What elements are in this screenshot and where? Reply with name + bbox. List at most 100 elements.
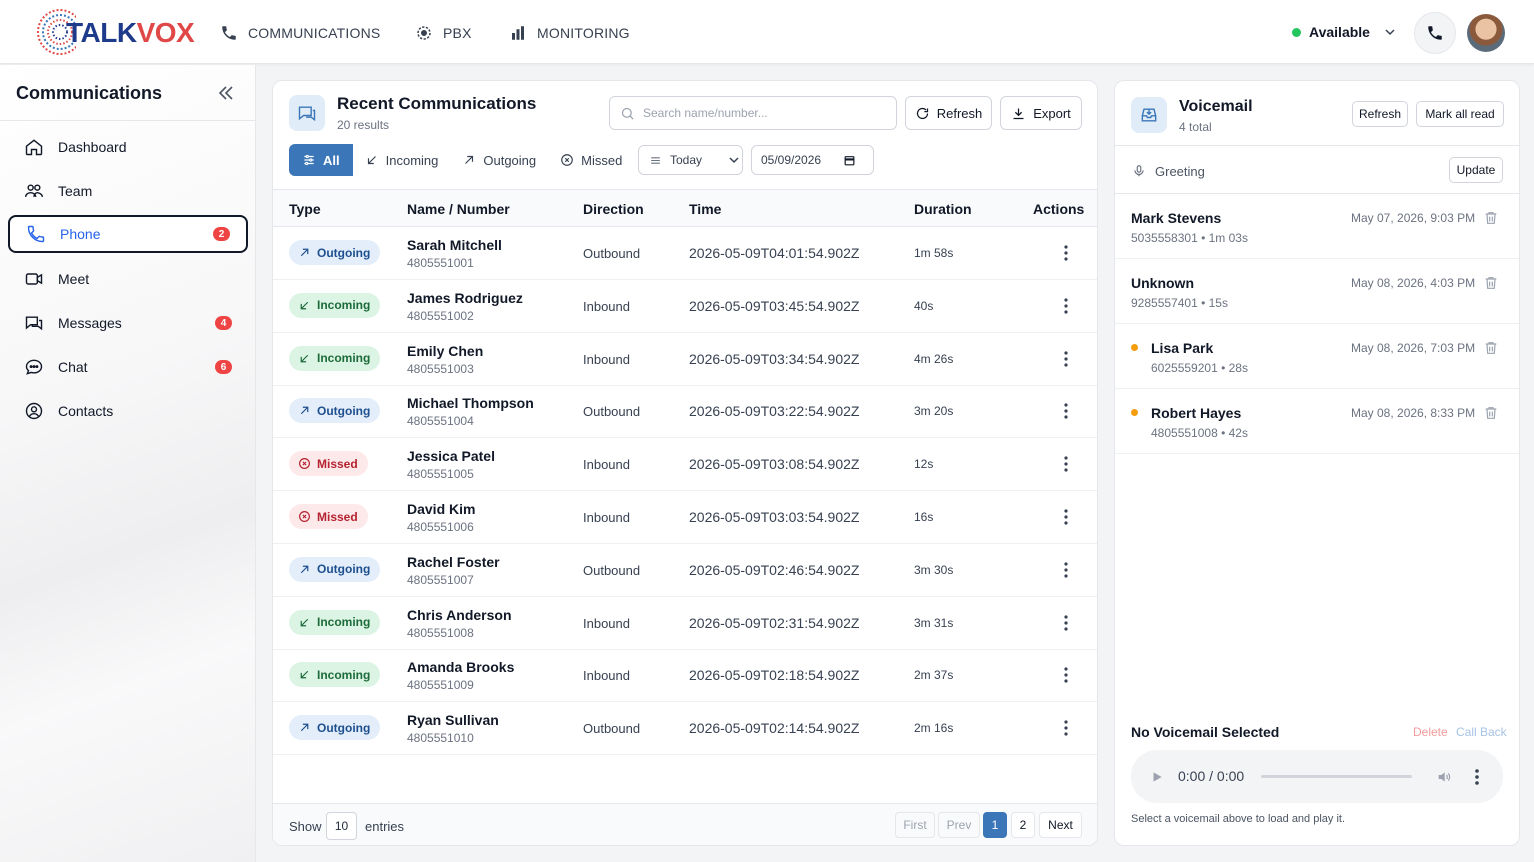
sidebar-item-messages[interactable]: Messages 4 <box>8 304 248 342</box>
sidebar-item-dashboard[interactable]: Dashboard <box>8 128 248 166</box>
trash-icon[interactable] <box>1483 405 1499 421</box>
voicemail-item[interactable]: Lisa Park 6025559201 • 28s May 08, 2026, 7… <box>1115 324 1519 389</box>
pagination-page-2[interactable]: 2 <box>1011 812 1035 838</box>
sidebar-item-contacts[interactable]: Contacts <box>8 392 248 430</box>
row-actions-icon[interactable] <box>1059 349 1073 369</box>
volume-icon[interactable] <box>1436 769 1452 785</box>
call-time: 2026-05-09T03:45:54.902Z <box>689 297 860 314</box>
user-avatar[interactable] <box>1467 14 1505 52</box>
row-actions-icon[interactable] <box>1059 401 1073 421</box>
table-row[interactable]: Missed David Kim 4805551006 Inbound 2026-05-… <box>273 491 1097 544</box>
row-actions-icon[interactable] <box>1059 296 1073 316</box>
voicemail-item[interactable]: Robert Hayes 4805551008 • 42s May 08, 2026… <box>1115 389 1519 454</box>
x-circle-icon <box>299 458 310 470</box>
contact-name: David Kim <box>407 501 476 517</box>
contact-name: Jessica Patel <box>407 448 495 465</box>
play-icon[interactable] <box>1150 770 1164 784</box>
nav-monitoring[interactable]: MONITORING <box>509 24 630 42</box>
table-row[interactable]: Missed Jessica Patel 4805551005 Inbound 2026… <box>273 438 1097 492</box>
sidebar-item-chat[interactable]: Chat 6 <box>8 348 248 386</box>
filter-incoming[interactable]: Incoming <box>353 144 451 176</box>
table-row[interactable]: Incoming Emily Chen 4805551003 Inbound 2026-… <box>273 333 1097 386</box>
call-time: 2026-05-09T02:18:54.902Z <box>689 667 860 684</box>
call-direction: Inbound <box>583 510 630 525</box>
row-actions-icon[interactable] <box>1059 454 1073 474</box>
sidebar-item-team[interactable]: Team <box>8 172 248 210</box>
voicemail-item[interactable]: Unknown 9285557401 • 15s May 08, 2026, 4:0… <box>1115 259 1519 324</box>
date-input[interactable]: 05/09/2026 <box>751 145 874 175</box>
pagination-next[interactable]: Next <box>1039 812 1082 838</box>
greeting-label: Greeting <box>1155 164 1205 179</box>
mark-all-read-button[interactable]: Mark all read <box>1416 101 1504 127</box>
pagination-first[interactable]: First <box>895 812 935 838</box>
contact-number: 4805551003 <box>407 361 474 376</box>
sidebar-title: Communications <box>16 83 163 103</box>
voicemail-item[interactable]: Mark Stevens 5035558301 • 1m 03s May 07, 2… <box>1115 194 1519 259</box>
table-row[interactable]: Outgoing Sarah Mitchell 4805551001 Outbound… <box>273 227 1097 280</box>
unread-indicator <box>1131 344 1138 351</box>
type-badge: Incoming <box>289 292 381 318</box>
col-actions: Actions <box>1033 201 1085 217</box>
col-duration[interactable]: Duration <box>914 201 972 217</box>
video-icon <box>25 273 43 285</box>
search-input[interactable] <box>643 106 883 120</box>
call-back-button[interactable]: Call Back <box>1456 725 1507 739</box>
nav-pbx[interactable]: PBX <box>415 24 472 42</box>
nav-communications[interactable]: COMMUNICATIONS <box>220 24 380 42</box>
call-time: 2026-05-09T02:46:54.902Z <box>689 561 860 578</box>
voicemail-meta: 5035558301 • 1m 03s <box>1131 231 1248 245</box>
trash-icon[interactable] <box>1483 275 1499 291</box>
export-button[interactable]: Export <box>1000 96 1082 130</box>
search-box[interactable] <box>609 96 897 130</box>
table-row[interactable]: Outgoing Ryan Sullivan 4805551010 Outbound 2… <box>273 702 1097 756</box>
row-actions-icon[interactable] <box>1059 665 1073 685</box>
col-direction[interactable]: Direction <box>583 201 644 217</box>
player-progress-track[interactable] <box>1261 775 1412 778</box>
voicemail-title: Voicemail <box>1179 98 1253 115</box>
voicemail-refresh-button[interactable]: Refresh <box>1352 101 1408 127</box>
type-filter-group: All Incoming Outgoing Missed <box>289 144 634 176</box>
col-type[interactable]: Type <box>289 201 321 217</box>
sidebar-item-meet[interactable]: Meet <box>8 260 248 298</box>
row-actions-icon[interactable] <box>1059 718 1073 738</box>
filter-outgoing[interactable]: Outgoing <box>450 144 548 176</box>
row-actions-icon[interactable] <box>1059 507 1073 527</box>
audio-player: 0:00 / 0:00 <box>1131 750 1503 803</box>
table-row[interactable]: Outgoing Rachel Foster 4805551007 Outbound 2… <box>273 544 1097 597</box>
col-time[interactable]: Time <box>689 201 721 217</box>
table-row[interactable]: Incoming Amanda Brooks 4805551009 Inbound 20… <box>273 649 1097 703</box>
table-row[interactable]: Incoming James Rodriguez 4805551002 Inbound… <box>273 280 1097 333</box>
contact-name: Emily Chen <box>407 342 484 359</box>
talkvox-logo[interactable]: TALKVOX <box>36 6 195 58</box>
trash-icon[interactable] <box>1483 340 1499 356</box>
calendar-icon[interactable] <box>843 154 856 167</box>
filter-all[interactable]: All <box>289 144 353 176</box>
period-select[interactable]: Today <box>638 145 743 175</box>
col-name[interactable]: Name / Number <box>407 201 510 217</box>
trash-icon[interactable] <box>1483 210 1499 226</box>
x-circle-icon <box>299 511 310 522</box>
call-duration: 2m 16s <box>914 721 954 736</box>
refresh-button[interactable]: Refresh <box>905 96 992 130</box>
row-actions-icon[interactable] <box>1059 560 1073 580</box>
row-actions-icon[interactable] <box>1059 243 1073 263</box>
more-options-icon[interactable] <box>1474 769 1480 785</box>
row-actions-icon[interactable] <box>1059 613 1073 633</box>
call-time: 2026-05-09T03:08:54.902Z <box>689 456 860 473</box>
table-row[interactable]: Outgoing Michael Thompson 4805551004 Outbou… <box>273 385 1097 439</box>
delete-voicemail-button[interactable]: Delete <box>1413 725 1448 739</box>
collapse-sidebar-icon[interactable] <box>216 83 236 103</box>
table-row[interactable]: Incoming Chris Anderson 4805551008 Inbound 2… <box>273 597 1097 650</box>
filter-missed[interactable]: Missed <box>548 144 634 176</box>
availability-dropdown[interactable]: Available <box>1292 24 1396 40</box>
entries-select[interactable]: 10 <box>326 812 357 840</box>
sidebar-item-phone[interactable]: Phone 2 <box>8 215 248 253</box>
call-duration: 3m 20s <box>914 404 954 419</box>
refresh-icon <box>916 107 928 119</box>
pagination-page-1[interactable]: 1 <box>983 812 1007 838</box>
type-label: Outgoing <box>317 245 371 260</box>
pagination-prev[interactable]: Prev <box>938 812 980 838</box>
update-greeting-button[interactable]: Update <box>1449 157 1503 183</box>
period-value: Today <box>670 153 703 167</box>
dialer-button[interactable] <box>1414 12 1456 54</box>
